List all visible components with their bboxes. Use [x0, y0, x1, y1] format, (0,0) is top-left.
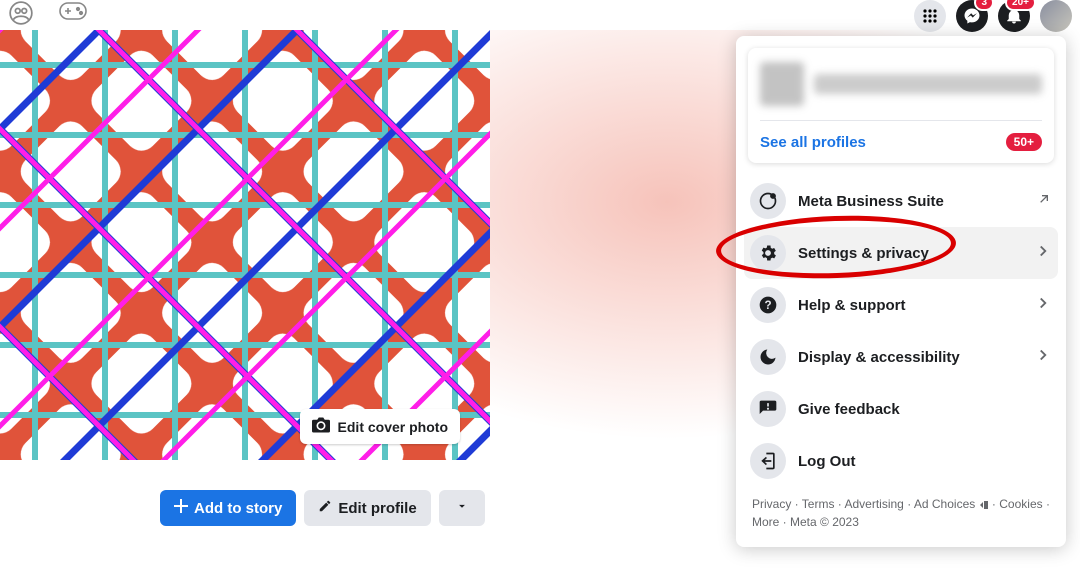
add-to-story-button[interactable]: Add to story: [160, 490, 296, 526]
footer-more[interactable]: More: [752, 515, 779, 529]
plus-icon: [174, 499, 188, 517]
chevron-down-icon: [455, 499, 469, 517]
messenger-badge: 3: [974, 0, 994, 11]
account-avatar[interactable]: [1040, 0, 1072, 32]
gaming-icon[interactable]: [58, 0, 88, 31]
profile-card[interactable]: See all profiles 50+: [748, 48, 1054, 163]
see-all-profiles-link[interactable]: See all profiles: [760, 134, 866, 151]
menu-label: Settings & privacy: [798, 245, 1022, 262]
chevron-right-icon: [1034, 294, 1052, 317]
menu-label: Meta Business Suite: [798, 193, 1024, 210]
groups-icon[interactable]: [8, 0, 34, 31]
edit-cover-label: Edit cover photo: [338, 419, 448, 435]
menu-settings-privacy[interactable]: Settings & privacy: [744, 227, 1058, 279]
menu-display-accessibility[interactable]: Display & accessibility: [744, 331, 1058, 383]
footer-advertising[interactable]: Advertising: [844, 497, 903, 511]
more-actions-button[interactable]: [439, 490, 485, 526]
menu-meta-business-suite[interactable]: Meta Business Suite: [744, 175, 1058, 227]
edit-profile-button[interactable]: Edit profile: [304, 490, 430, 526]
cover-photo[interactable]: [0, 30, 490, 460]
menu-label: Log Out: [798, 453, 1052, 470]
chevron-right-icon: [1034, 242, 1052, 265]
menu-label: Display & accessibility: [798, 349, 1022, 366]
menu-give-feedback[interactable]: Give feedback: [744, 383, 1058, 435]
account-dropdown: See all profiles 50+ Meta Business Suite…: [736, 36, 1066, 547]
footer-ad-choices[interactable]: Ad Choices: [914, 497, 975, 511]
gear-icon: [750, 235, 786, 271]
footer-meta: Meta © 2023: [790, 515, 859, 529]
dropdown-footer: Privacy · Terms · Advertising · Ad Choic…: [744, 487, 1058, 539]
messenger-icon[interactable]: 3: [956, 0, 988, 32]
account-menu: Meta Business Suite Settings & privacy ?…: [744, 175, 1058, 487]
external-link-icon: [1036, 191, 1052, 212]
pencil-icon: [318, 499, 332, 517]
footer-terms[interactable]: Terms: [802, 497, 835, 511]
footer-privacy[interactable]: Privacy: [752, 497, 791, 511]
profile-preview-blurred: [760, 60, 1042, 108]
feedback-icon: [750, 391, 786, 427]
add-to-story-label: Add to story: [194, 500, 282, 517]
menu-label: Help & support: [798, 297, 1022, 314]
moon-icon: [750, 339, 786, 375]
top-bar: 3 20+: [0, 0, 1080, 28]
meta-business-icon: [750, 183, 786, 219]
profiles-count-badge: 50+: [1006, 133, 1042, 151]
menu-log-out[interactable]: Log Out: [744, 435, 1058, 487]
logout-icon: [750, 443, 786, 479]
menu-help-support[interactable]: ? Help & support: [744, 279, 1058, 331]
footer-cookies[interactable]: Cookies: [999, 497, 1042, 511]
chevron-right-icon: [1034, 346, 1052, 369]
cover-photo-area: Edit cover photo: [0, 30, 490, 460]
edit-profile-label: Edit profile: [338, 500, 416, 517]
menu-label: Give feedback: [798, 401, 1052, 418]
profile-actions: Add to story Edit profile: [160, 490, 485, 526]
camera-icon: [312, 417, 330, 436]
menu-grid-icon[interactable]: [914, 0, 946, 32]
svg-text:?: ?: [764, 299, 771, 312]
edit-cover-photo-button[interactable]: Edit cover photo: [300, 409, 460, 444]
help-icon: ?: [750, 287, 786, 323]
notifications-badge: 20+: [1005, 0, 1036, 11]
notifications-icon[interactable]: 20+: [998, 0, 1030, 32]
